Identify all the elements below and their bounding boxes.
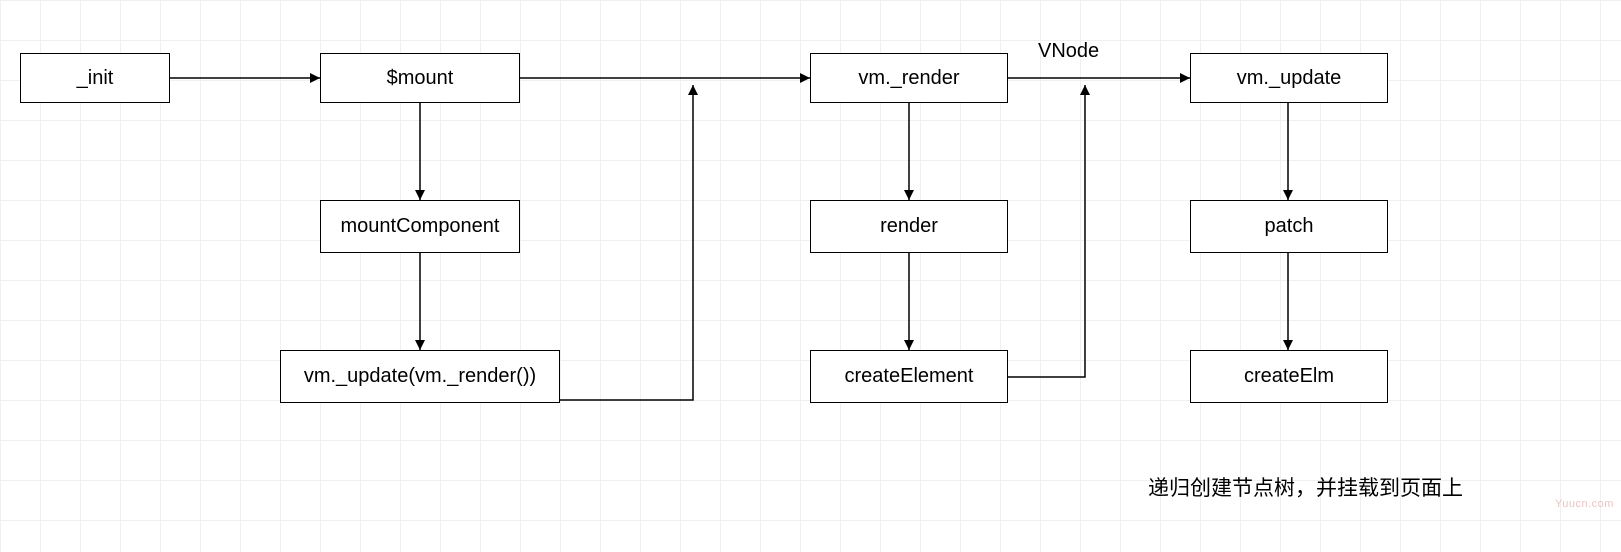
node-update-render-call: vm._update(vm._render()) — [280, 350, 560, 403]
node-update-render-call-label: vm._update(vm._render()) — [304, 365, 536, 388]
node-mount-component: mountComponent — [320, 200, 520, 253]
node-create-element-label: createElement — [845, 365, 974, 388]
node-init: _init — [20, 53, 170, 103]
node-render-label: render — [880, 215, 938, 238]
node-create-elm-label: createElm — [1244, 365, 1334, 388]
node-create-element: createElement — [810, 350, 1008, 403]
node-vm-render-label: vm._render — [858, 67, 959, 90]
node-vm-update-label: vm._update — [1237, 67, 1342, 90]
node-mount-component-label: mountComponent — [341, 215, 500, 238]
node-patch: patch — [1190, 200, 1388, 253]
node-vm-render: vm._render — [810, 53, 1008, 103]
node-mount-label: $mount — [387, 67, 454, 90]
node-mount: $mount — [320, 53, 520, 103]
watermark: Yuucn.com — [1555, 498, 1614, 510]
node-patch-label: patch — [1265, 215, 1314, 238]
node-render: render — [810, 200, 1008, 253]
node-vm-update: vm._update — [1190, 53, 1388, 103]
edge-label-vnode: VNode — [1038, 40, 1099, 63]
node-init-label: _init — [77, 67, 114, 90]
node-create-elm: createElm — [1190, 350, 1388, 403]
note-bottom: 递归创建节点树，并挂载到页面上 — [1148, 472, 1463, 502]
